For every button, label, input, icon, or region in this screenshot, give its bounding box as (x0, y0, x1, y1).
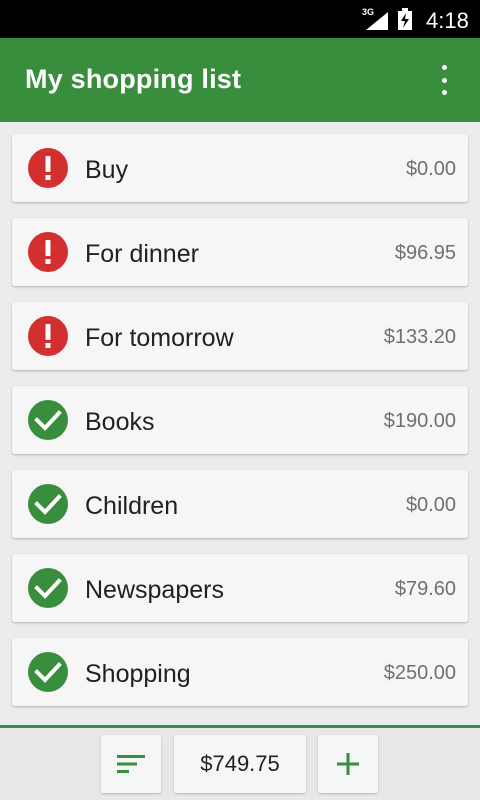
app-bar: My shopping list (0, 38, 480, 122)
list-item[interactable]: Children $0.00 (12, 470, 468, 538)
list-item[interactable]: Shopping $250.00 (12, 638, 468, 706)
list-item[interactable]: Newspapers $79.60 (12, 554, 468, 622)
list-name: For dinner (85, 240, 199, 268)
list-price: $133.20 (383, 326, 456, 348)
exclamation-icon (28, 316, 68, 356)
check-circle-icon (28, 484, 68, 524)
check-circle-icon (28, 400, 68, 440)
page-title: My shopping list (25, 64, 242, 94)
add-list-button[interactable] (318, 735, 378, 793)
list-price: $79.60 (394, 578, 456, 600)
check-circle-icon (28, 568, 68, 608)
plus-icon (337, 753, 359, 775)
sort-icon (117, 755, 145, 773)
sort-button[interactable] (101, 735, 161, 793)
list-name: For tomorrow (85, 324, 234, 352)
clock: 4:18 (426, 8, 469, 33)
list-price: $96.95 (394, 242, 456, 264)
status-bar: 3G 4:18 (0, 0, 480, 38)
shopping-lists: Buy $0.00 For dinner $96.95 For tomorrow $133… (12, 134, 468, 722)
list-price: $0.00 (405, 158, 456, 180)
more-vert-icon[interactable] (430, 64, 458, 96)
list-name: Buy (85, 156, 129, 184)
list-price: $190.00 (383, 410, 456, 432)
list-price: $250.00 (383, 662, 456, 684)
list-item[interactable]: For dinner $96.95 (12, 218, 468, 286)
battery-charging-icon (398, 8, 412, 30)
exclamation-icon (28, 148, 68, 188)
signal-icon (366, 12, 388, 30)
list-name: Newspapers (85, 576, 224, 604)
bottom-bar: $749.75 (0, 728, 480, 800)
list-item[interactable]: For tomorrow $133.20 (12, 302, 468, 370)
list-price: $0.00 (405, 494, 456, 516)
list-item[interactable]: Buy $0.00 (12, 134, 468, 202)
list-name: Books (85, 408, 155, 436)
exclamation-icon (28, 232, 68, 272)
total-amount[interactable]: $749.75 (174, 735, 306, 793)
check-circle-icon (28, 652, 68, 692)
list-item[interactable]: Books $190.00 (12, 386, 468, 454)
list-name: Shopping (85, 660, 191, 688)
list-name: Children (85, 492, 179, 520)
